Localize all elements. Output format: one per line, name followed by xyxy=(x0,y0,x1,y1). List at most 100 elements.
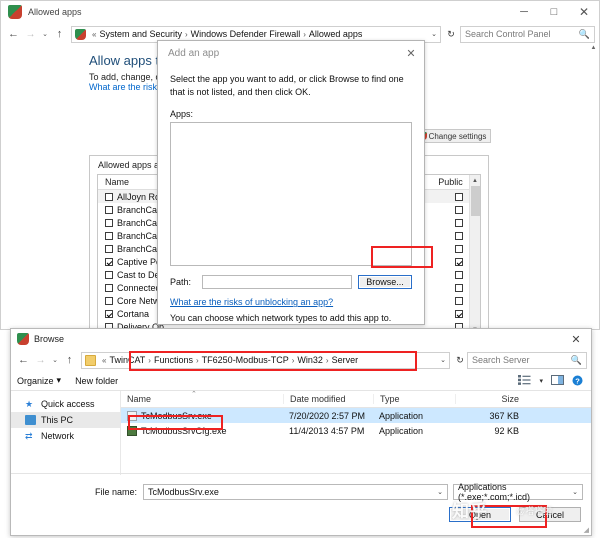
sidebar-item-label: This PC xyxy=(41,415,73,425)
change-settings-button[interactable]: Change settings xyxy=(415,129,491,143)
organize-button[interactable]: Organize ▾ xyxy=(17,375,61,386)
control-panel-titlebar: Allowed apps ─ □ ✕ xyxy=(1,1,599,23)
app-enabled-checkbox[interactable] xyxy=(105,258,113,266)
close-button[interactable]: ✕ xyxy=(569,1,599,23)
chevron-down-icon[interactable]: ⌄ xyxy=(436,356,446,364)
app-enabled-checkbox[interactable] xyxy=(105,271,113,279)
public-checkbox[interactable] xyxy=(455,271,463,279)
list-view-icon[interactable] xyxy=(518,375,531,386)
app-enabled-checkbox[interactable] xyxy=(105,297,113,305)
public-checkbox[interactable] xyxy=(455,284,463,292)
public-checkbox[interactable] xyxy=(455,232,463,240)
shield-icon xyxy=(75,29,86,40)
organize-label: Organize xyxy=(17,376,54,386)
breadcrumb-twincat[interactable]: TwinCAT xyxy=(109,355,145,365)
risks-link[interactable]: What are the risks xyxy=(89,82,162,92)
column-header-name-label: Name xyxy=(127,394,151,404)
browse-button[interactable]: Browse... xyxy=(358,275,412,289)
public-checkbox[interactable] xyxy=(455,297,463,305)
app-enabled-checkbox[interactable] xyxy=(105,245,113,253)
page-scrollbar[interactable]: ▲ xyxy=(589,45,598,328)
forward-button[interactable]: → xyxy=(22,25,39,43)
refresh-icon[interactable]: ↻ xyxy=(453,355,467,366)
app-enabled-checkbox[interactable] xyxy=(105,219,113,227)
breadcrumb-server[interactable]: Server xyxy=(332,355,359,365)
file-size-cell: 92 KB xyxy=(455,426,527,436)
recent-locations-button[interactable]: ⌄ xyxy=(49,351,61,369)
chevron-down-icon[interactable]: ⌄ xyxy=(427,30,437,38)
public-checkbox[interactable] xyxy=(455,258,463,266)
search-input[interactable]: Search Control Panel 🔍 xyxy=(460,26,595,43)
sidebar-item-quick-access[interactable]: ★Quick access xyxy=(11,396,120,412)
sidebar-item-network[interactable]: ⇄Network xyxy=(11,428,120,444)
recent-locations-button[interactable]: ⌄ xyxy=(39,25,51,43)
browse-toolbar-right: ▾ ? xyxy=(518,375,585,386)
scrollbar-thumb[interactable] xyxy=(471,186,480,216)
path-input[interactable] xyxy=(202,275,352,289)
sidebar-item-label: Quick access xyxy=(41,399,95,409)
back-button[interactable]: ← xyxy=(15,351,32,369)
forward-button[interactable]: → xyxy=(32,351,49,369)
browse-address-bar[interactable]: « TwinCAT › Functions › TF6250-Modbus-TC… xyxy=(81,352,450,369)
app-enabled-checkbox[interactable] xyxy=(105,193,113,201)
browse-navbar: ← → ⌄ ↑ « TwinCAT › Functions › TF6250-M… xyxy=(11,349,591,371)
file-size-cell: 367 KB xyxy=(455,411,527,421)
breadcrumb-system-and-security[interactable]: System and Security xyxy=(99,29,182,39)
file-type-cell: Application xyxy=(373,426,455,436)
column-header-name[interactable]: Name ⌃ xyxy=(121,394,283,404)
public-checkbox[interactable] xyxy=(455,193,463,201)
maximize-button[interactable]: □ xyxy=(539,1,569,23)
file-date-cell: 7/20/2020 2:57 PM xyxy=(283,411,373,421)
breadcrumb-functions[interactable]: Functions xyxy=(154,355,193,365)
page-scroll-up-icon[interactable]: ▲ xyxy=(589,45,598,51)
back-button[interactable]: ← xyxy=(5,25,22,43)
browse-file-list[interactable]: Name ⌃ Date modified Type Size TcModbusS… xyxy=(121,391,591,475)
close-icon[interactable]: ✕ xyxy=(561,333,591,346)
breadcrumb-allowed-apps[interactable]: Allowed apps xyxy=(309,29,363,39)
breadcrumb-tf6250-modbus-tcp[interactable]: TF6250-Modbus-TCP xyxy=(202,355,289,365)
app-enabled-checkbox[interactable] xyxy=(105,284,113,292)
list-scrollbar[interactable]: ▲ ▼ xyxy=(469,175,480,329)
resize-grip-icon[interactable]: ◢ xyxy=(584,526,589,534)
new-folder-button[interactable]: New folder xyxy=(75,376,118,386)
refresh-icon[interactable]: ↻ xyxy=(444,29,458,40)
public-checkbox[interactable] xyxy=(455,310,463,318)
apps-listbox[interactable] xyxy=(170,122,412,266)
app-enabled-checkbox[interactable] xyxy=(105,232,113,240)
preview-pane-icon[interactable] xyxy=(551,375,564,386)
file-row[interactable]: TcModbusSrvCfg.exe11/4/2013 4:57 PMAppli… xyxy=(121,423,591,438)
browse-bottom-bar: File name: TcModbusSrv.exe ⌄ Application… xyxy=(11,473,591,535)
minimize-button[interactable]: ─ xyxy=(509,1,539,23)
breadcrumb-win32[interactable]: Win32 xyxy=(297,355,323,365)
breadcrumb-separator: › xyxy=(303,30,306,39)
public-checkbox[interactable] xyxy=(455,206,463,214)
breadcrumb-separator: › xyxy=(292,356,295,365)
column-header-type[interactable]: Type xyxy=(373,394,455,404)
column-header-size[interactable]: Size xyxy=(455,394,527,404)
file-row[interactable]: TcModbusSrv.exe7/20/2020 2:57 PMApplicat… xyxy=(121,408,591,423)
app-enabled-checkbox[interactable] xyxy=(105,310,113,318)
unblocking-risks-link[interactable]: What are the risks of unblocking an app? xyxy=(170,297,412,307)
file-name-input[interactable]: TcModbusSrv.exe ⌄ xyxy=(143,484,448,500)
close-icon[interactable]: ✕ xyxy=(398,47,424,60)
public-checkbox[interactable] xyxy=(455,245,463,253)
column-header-date-modified[interactable]: Date modified xyxy=(283,394,373,404)
network-note: You can choose which network types to ad… xyxy=(170,313,412,323)
up-button[interactable]: ↑ xyxy=(61,351,78,369)
shield-icon xyxy=(17,333,29,345)
up-button[interactable]: ↑ xyxy=(51,25,68,43)
chevron-down-icon[interactable]: ⌄ xyxy=(572,488,578,496)
scroll-up-icon[interactable]: ▲ xyxy=(470,175,480,186)
folder-icon xyxy=(85,355,96,366)
help-icon[interactable]: ? xyxy=(572,375,585,386)
sidebar-item-this-pc[interactable]: This PC xyxy=(11,412,120,428)
chevron-down-icon[interactable]: ▾ xyxy=(539,377,543,385)
browse-search-input[interactable]: Search Server 🔍 xyxy=(467,352,587,369)
public-checkbox[interactable] xyxy=(455,219,463,227)
file-name-cell: TcModbusSrvCfg.exe xyxy=(121,426,283,436)
chevron-down-icon[interactable]: ⌄ xyxy=(437,488,443,496)
app-enabled-checkbox[interactable] xyxy=(105,206,113,214)
breadcrumb-windows-defender-firewall[interactable]: Windows Defender Firewall xyxy=(191,29,301,39)
file-name-label: File name: xyxy=(11,487,143,497)
file-rows: TcModbusSrv.exe7/20/2020 2:57 PMApplicat… xyxy=(121,408,591,438)
